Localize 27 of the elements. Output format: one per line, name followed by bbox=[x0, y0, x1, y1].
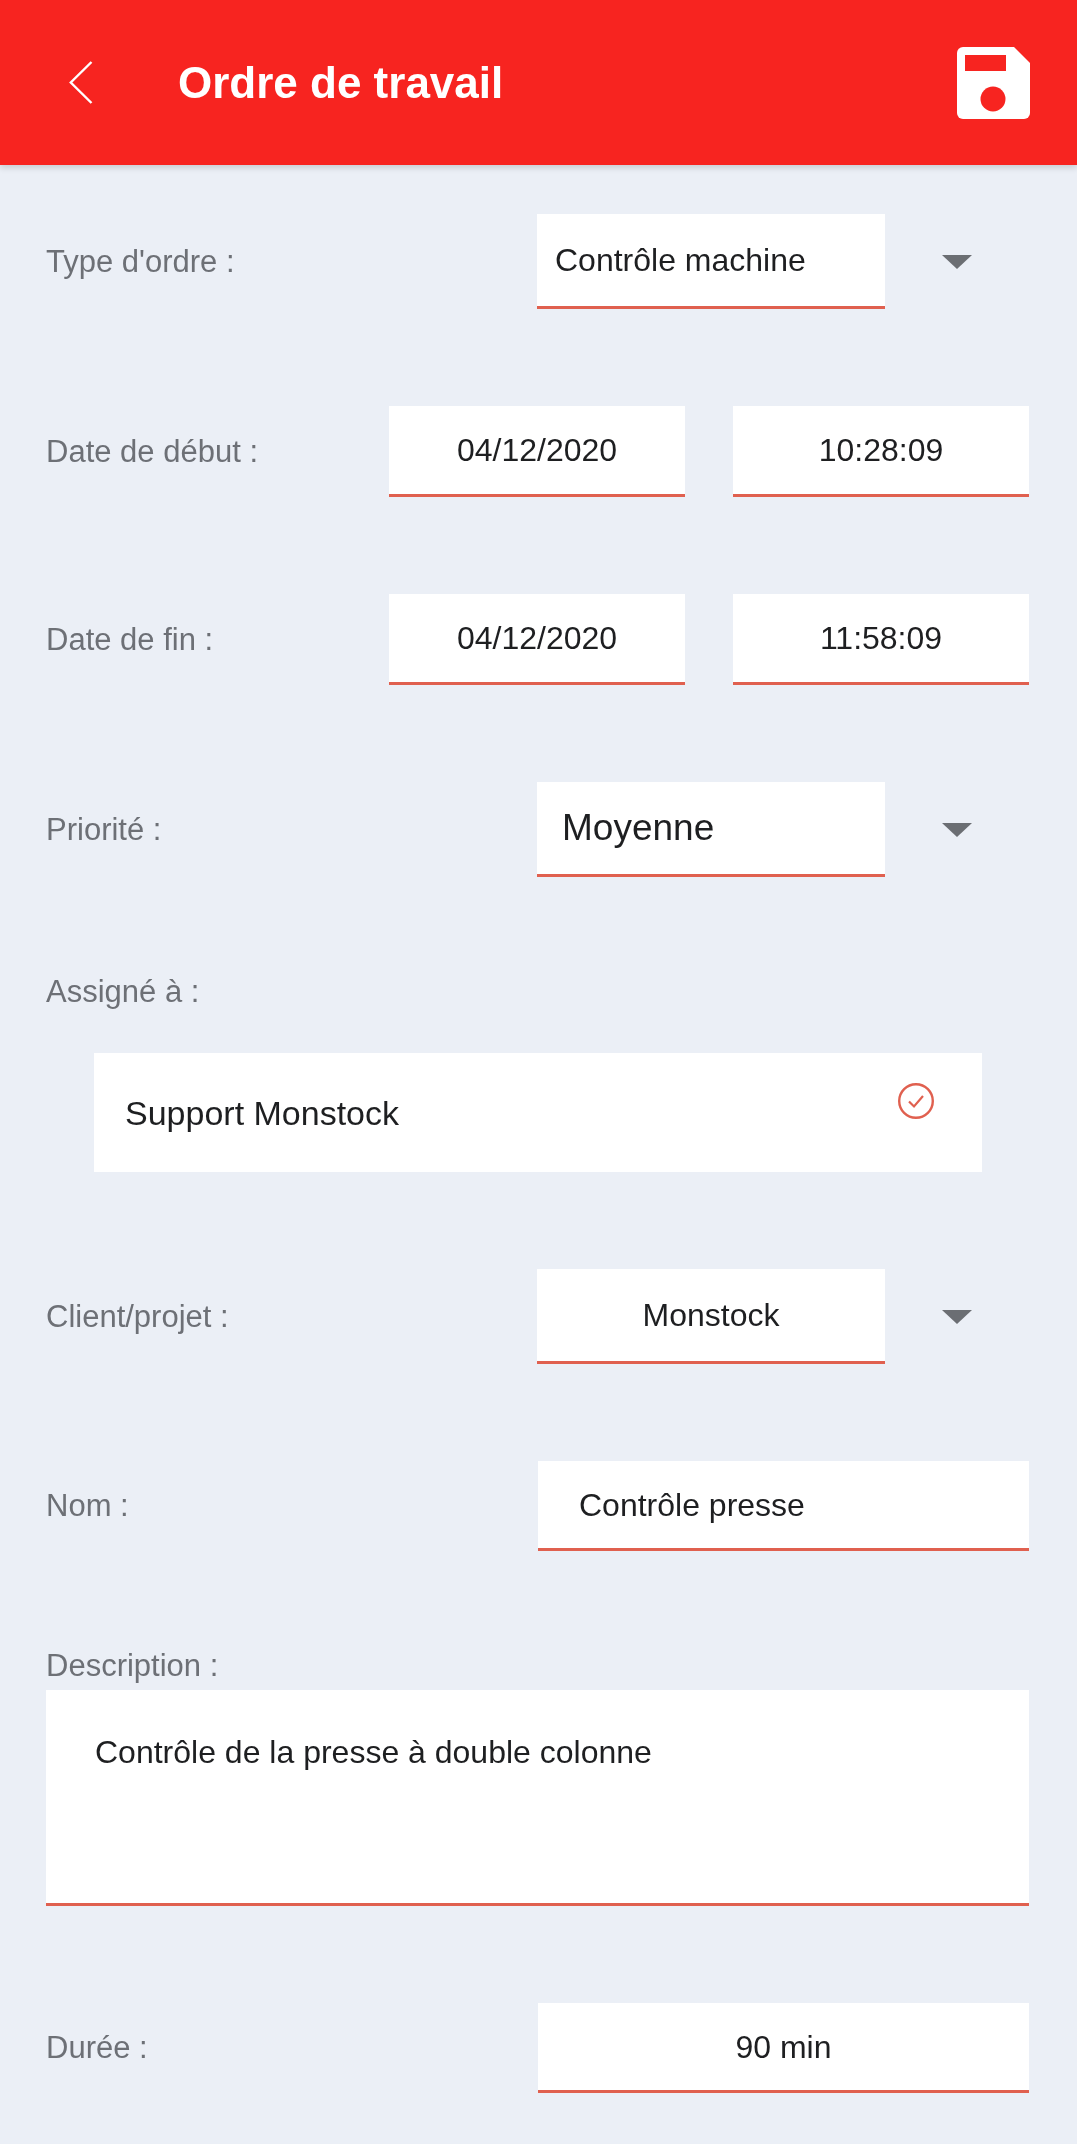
time-field[interactable]: 10:28:09 bbox=[733, 406, 1029, 497]
dropdown-field[interactable]: Moyenne bbox=[537, 782, 885, 877]
back-button[interactable] bbox=[69, 61, 93, 104]
date-field[interactable]: 04/12/2020 bbox=[389, 594, 685, 685]
dropdown-field[interactable]: Monstock bbox=[537, 1269, 885, 1364]
description-field[interactable]: Contrôle de la presse à double colonne bbox=[46, 1690, 1029, 1906]
caret-down-icon[interactable] bbox=[942, 1309, 972, 1324]
field-label: Priorité : bbox=[46, 811, 163, 848]
save-button[interactable] bbox=[957, 46, 1030, 119]
field-label: Type d'ordre : bbox=[46, 243, 236, 280]
caret-down-icon[interactable] bbox=[942, 822, 972, 837]
screen-title: Ordre de travail bbox=[178, 56, 505, 109]
dropdown-field[interactable]: Contrôle machine bbox=[537, 214, 885, 309]
date-field[interactable]: 04/12/2020 bbox=[389, 406, 685, 497]
text-field[interactable]: 90 min bbox=[538, 2003, 1029, 2093]
field-label: Description : bbox=[46, 1648, 219, 1684]
chevron-left-icon bbox=[69, 61, 93, 104]
text-field[interactable]: Contrôle presse bbox=[538, 1461, 1029, 1551]
field-label: Assigné à : bbox=[46, 974, 200, 1010]
field-label: Client/projet : bbox=[46, 1298, 230, 1335]
field-label: Date de fin : bbox=[46, 621, 215, 658]
field-label: Durée : bbox=[46, 2030, 149, 2066]
time-field[interactable]: 11:58:09 bbox=[733, 594, 1029, 685]
assignee-field[interactable]: Support Monstock bbox=[94, 1053, 982, 1172]
caret-down-icon[interactable] bbox=[942, 254, 972, 269]
field-label: Nom : bbox=[46, 1488, 130, 1524]
field-label: Date de début : bbox=[46, 433, 259, 470]
